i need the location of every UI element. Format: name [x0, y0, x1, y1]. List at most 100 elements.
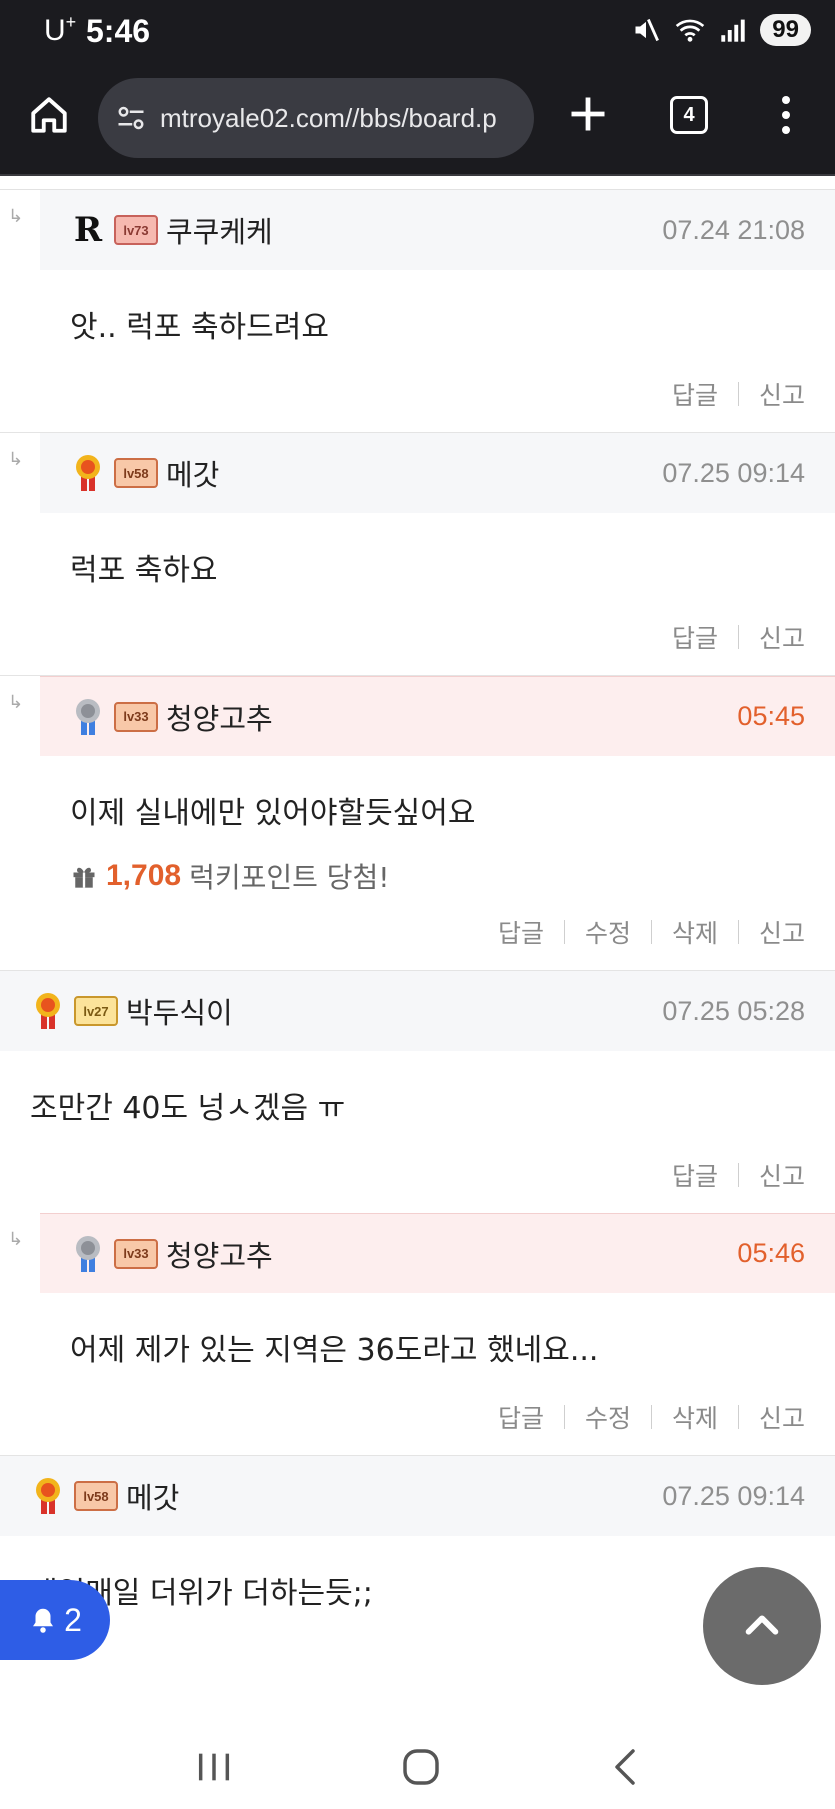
comment-item: ↳ lv58 메갓 07.25 09:14 럭포 축하요 답글 신고	[8, 433, 835, 675]
battery-level: 99	[760, 14, 811, 46]
comment-body: 럭포 축하요	[70, 553, 218, 588]
delete-button[interactable]: 삭제	[672, 1399, 718, 1435]
timestamp: 07.25 09:14	[662, 1480, 805, 1511]
separator	[650, 1405, 652, 1429]
comment-header: lv33 청양고추 05:45	[40, 676, 835, 756]
silver-medal-icon	[70, 697, 106, 737]
notification-button[interactable]: 2	[0, 1580, 110, 1660]
signal-icon	[721, 19, 745, 42]
comment-item: ↳ lv33 청양고추 05:45 이제 실내에만 있어야할듯싶어요 1,708…	[8, 676, 835, 970]
url-text[interactable]: mtroyale02.com//bbs/board.p	[160, 103, 497, 134]
comment-actions: 답글 신고	[0, 1147, 835, 1213]
reply-button[interactable]: 답글	[498, 914, 544, 950]
comment-body: 어제 제가 있는 지역은 36도라고 했네요...	[70, 1333, 599, 1368]
report-button[interactable]: 신고	[759, 376, 805, 412]
nickname[interactable]: 청양고추	[166, 696, 273, 738]
comment-body: 앗.. 럭포 축하드려요	[70, 310, 329, 345]
report-button[interactable]: 신고	[759, 1399, 805, 1435]
tabs-button[interactable]: 4	[670, 96, 708, 134]
home-icon[interactable]	[28, 94, 70, 136]
divider	[0, 178, 835, 190]
timestamp: 05:45	[737, 701, 805, 731]
separator	[563, 1405, 565, 1429]
report-button[interactable]: 신고	[759, 1157, 805, 1193]
gold-medal-icon	[70, 453, 106, 493]
comment-header: lv58 메갓 07.25 09:14	[0, 1456, 835, 1536]
timestamp: 07.25 09:14	[662, 457, 805, 488]
status-time: 5:46	[86, 13, 151, 49]
comment-header: R lv73 쿠쿠케케 07.24 21:08	[40, 190, 835, 270]
reply-button[interactable]: 답글	[672, 376, 718, 412]
carrier-label: U+	[44, 12, 77, 47]
separator	[737, 1163, 739, 1187]
status-bar: U+ 5:46 99	[0, 0, 835, 64]
reward-points: 1,708	[106, 859, 182, 892]
timestamp: 05:46	[737, 1238, 805, 1268]
tune-icon[interactable]	[116, 103, 146, 133]
edit-button[interactable]: 수정	[585, 1399, 631, 1435]
comment-header: lv27 박두식이 07.25 05:28	[0, 971, 835, 1051]
separator	[737, 920, 739, 944]
separator	[737, 1405, 739, 1429]
comment-body: 이제 실내에만 있어야할듯싶어요	[70, 796, 476, 831]
status-icons: 99	[632, 14, 811, 46]
separator	[737, 382, 739, 406]
reply-button[interactable]: 답글	[672, 619, 718, 655]
recent-apps-icon[interactable]	[194, 1749, 234, 1785]
silver-medal-icon	[70, 1234, 106, 1274]
comment-actions: 답글 수정 삭제 신고	[40, 896, 835, 970]
comment-actions: 답글 신고	[40, 366, 835, 432]
comment-actions: 답글 수정 삭제 신고	[40, 1389, 835, 1455]
back-icon[interactable]	[608, 1747, 642, 1787]
chevron-up-icon	[745, 1615, 779, 1635]
more-vertical-icon[interactable]	[774, 92, 798, 138]
reward-text: 럭키포인트 당첨!	[189, 861, 390, 894]
report-button[interactable]: 신고	[759, 914, 805, 950]
gift-icon	[73, 867, 95, 888]
separator	[563, 920, 565, 944]
nickname[interactable]: 박두식이	[126, 990, 233, 1032]
comment-body: 조만간 40도 넝ㅅ겠음 ㅠ	[30, 1091, 346, 1126]
bell-icon	[33, 1608, 54, 1633]
address-bar[interactable]: mtroyale02.com//bbs/board.p	[98, 78, 534, 158]
comment-header: lv33 청양고추 05:46	[40, 1213, 835, 1293]
level-badge: lv58	[114, 458, 158, 488]
level-badge: lv73	[114, 215, 158, 245]
level-badge: lv33	[114, 1238, 158, 1269]
browser-toolbar: mtroyale02.com//bbs/board.p 4	[0, 64, 835, 176]
reply-button[interactable]: 답글	[498, 1399, 544, 1435]
separator	[737, 625, 739, 649]
wifi-icon	[676, 19, 705, 42]
reply-arrow-icon: ↳	[8, 692, 24, 713]
nickname[interactable]: 메갓	[126, 1475, 179, 1517]
system-nav-bar	[0, 1724, 835, 1809]
plus-icon[interactable]	[566, 92, 610, 136]
comment-header: lv58 메갓 07.25 09:14	[40, 433, 835, 513]
reply-button[interactable]: 답글	[672, 1157, 718, 1193]
reply-arrow-icon: ↳	[8, 1229, 24, 1250]
nickname[interactable]: 메갓	[166, 452, 219, 494]
king-badge-icon: R	[73, 210, 103, 250]
level-badge: lv33	[114, 701, 158, 732]
scroll-top-button[interactable]	[703, 1567, 821, 1685]
comment-actions: 답글 신고	[40, 609, 835, 675]
nickname[interactable]: 쿠쿠케케	[166, 209, 273, 251]
comment-item: ↳ lv33 청양고추 05:46 어제 제가 있는 지역은 36도라고 했네요…	[8, 1213, 835, 1455]
timestamp: 07.24 21:08	[662, 214, 805, 245]
reply-arrow-icon: ↳	[8, 449, 24, 470]
gold-medal-icon	[30, 991, 66, 1031]
mute-icon	[635, 18, 660, 42]
level-badge: lv58	[74, 1481, 118, 1511]
gold-medal-icon	[30, 1476, 66, 1516]
report-button[interactable]: 신고	[759, 619, 805, 655]
edit-button[interactable]: 수정	[585, 914, 631, 950]
comment-list: ↳ R lv73 쿠쿠케케 07.24 21:08 앗.. 럭포 축하드려요 답…	[0, 178, 835, 1724]
home-nav-icon[interactable]	[401, 1747, 441, 1787]
nickname[interactable]: 청양고추	[166, 1233, 273, 1275]
comment-item: lv27 박두식이 07.25 05:28 조만간 40도 넝ㅅ겠음 ㅠ 답글 …	[0, 971, 835, 1213]
timestamp: 07.25 05:28	[662, 995, 805, 1026]
level-badge: lv27	[74, 996, 118, 1026]
separator	[650, 920, 652, 944]
delete-button[interactable]: 삭제	[672, 914, 718, 950]
lucky-point-reward: 1,708 럭키포인트 당첨!	[40, 832, 835, 896]
